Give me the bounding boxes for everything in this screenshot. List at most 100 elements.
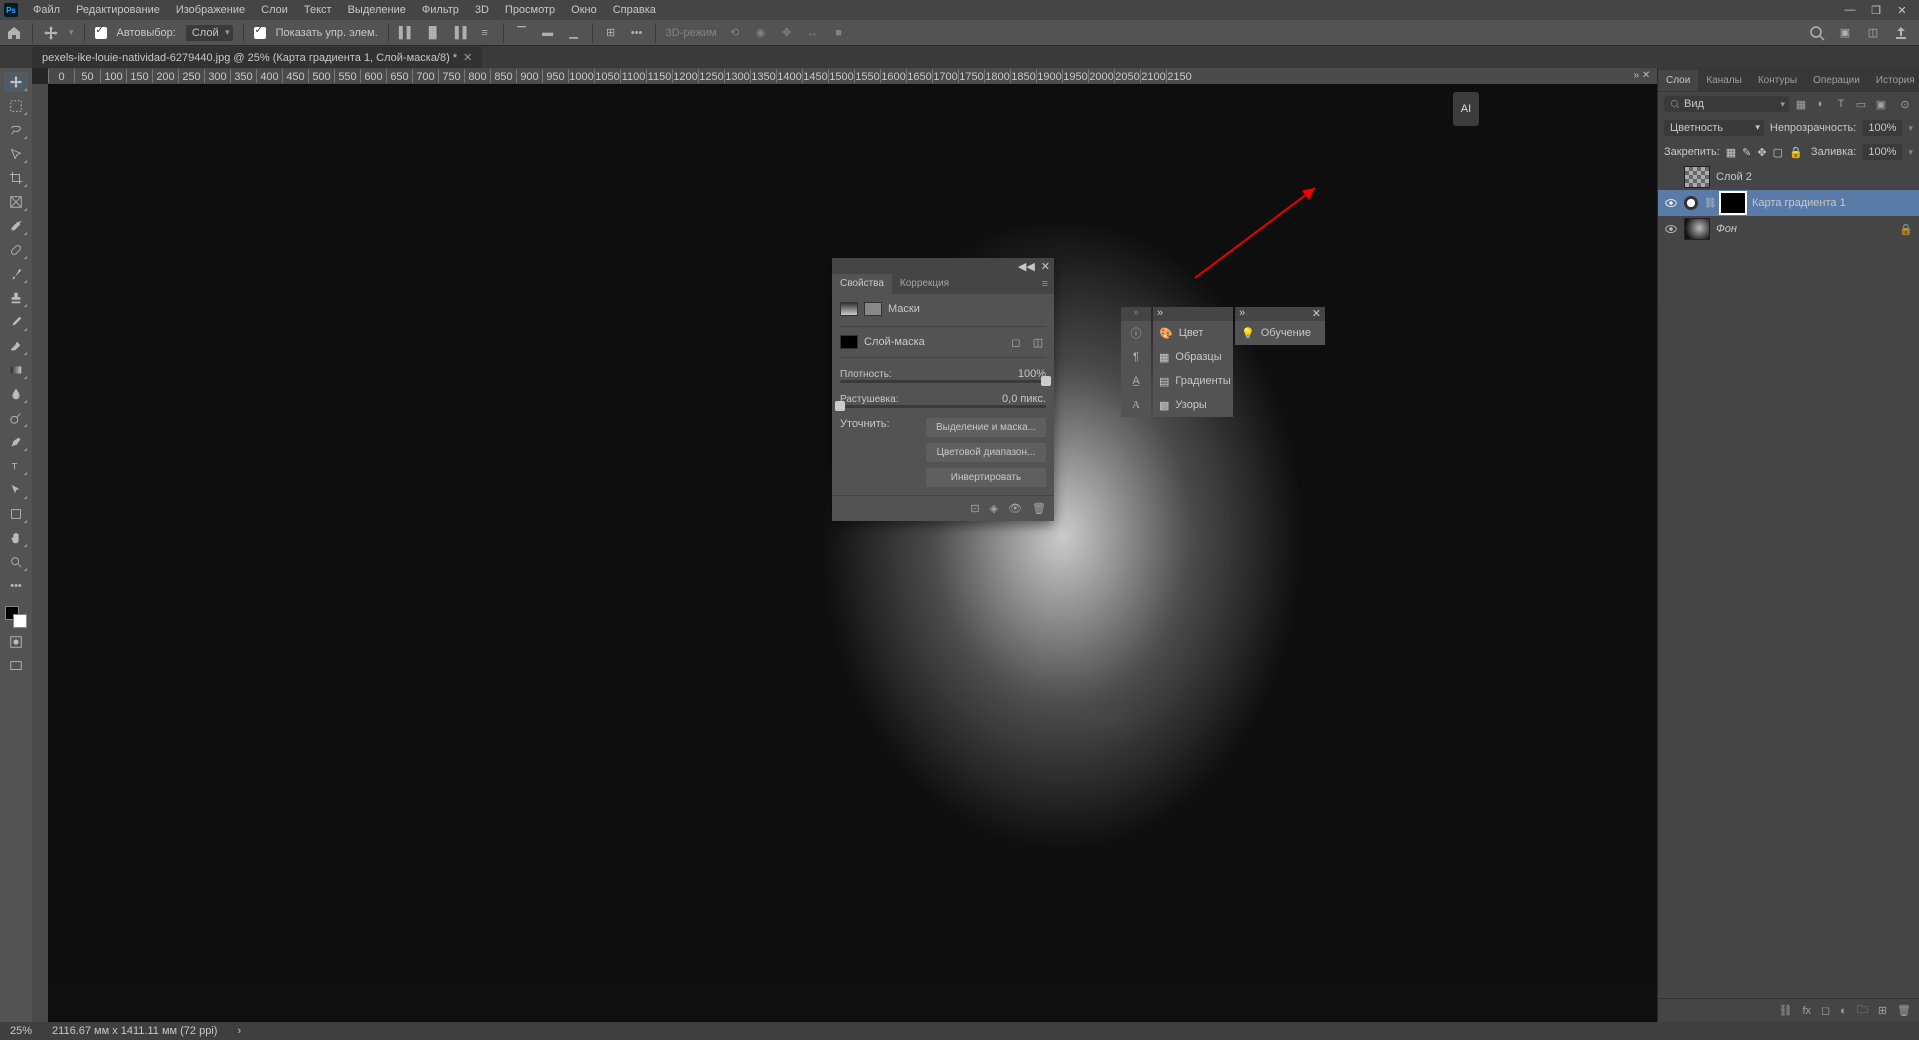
gradients-panel-item[interactable]: ▤Градиенты xyxy=(1153,369,1233,393)
panel-close-icon[interactable]: ✕ xyxy=(1041,260,1050,273)
filter-smart-icon[interactable]: ▣ xyxy=(1873,96,1889,112)
swatches-panel-item[interactable]: ▦Образцы xyxy=(1153,345,1233,369)
eraser-tool[interactable] xyxy=(4,336,28,356)
move-tool-icon[interactable] xyxy=(43,25,59,41)
blur-tool[interactable] xyxy=(4,384,28,404)
tab-overflow[interactable]: » ✕ xyxy=(1627,68,1657,83)
type-tool[interactable]: T xyxy=(4,456,28,476)
shape-tool[interactable] xyxy=(4,504,28,524)
align-left-icon[interactable]: ▌▌ xyxy=(399,25,415,41)
select-pixel-mask-icon[interactable]: ◻ xyxy=(1008,335,1024,349)
arrange-icon[interactable]: ◫ xyxy=(1865,25,1881,41)
layer-name[interactable]: Карта градиента 1 xyxy=(1752,197,1846,209)
lock-transparency-icon[interactable]: ▦ xyxy=(1726,146,1736,159)
menu-filter[interactable]: Фильтр xyxy=(415,1,466,19)
path-select-tool[interactable] xyxy=(4,480,28,500)
vector-mask-icon[interactable] xyxy=(864,302,882,316)
menu-edit[interactable]: Редактирование xyxy=(69,1,167,19)
brush-tool[interactable] xyxy=(4,264,28,284)
select-and-mask-button[interactable]: Выделение и маска... xyxy=(926,418,1046,437)
color-swatches[interactable] xyxy=(5,606,27,628)
layer-mask-thumbnail[interactable] xyxy=(1720,192,1746,214)
eyedropper-tool[interactable] xyxy=(4,216,28,236)
layers-tab[interactable]: Слои xyxy=(1658,70,1698,91)
distribute-icon[interactable]: ≡ xyxy=(477,25,493,41)
home-icon[interactable] xyxy=(6,25,22,41)
menu-window[interactable]: Окно xyxy=(564,1,604,19)
opacity-value[interactable]: 100% xyxy=(1862,120,1902,136)
color-range-button[interactable]: Цветовой диапазон... xyxy=(926,443,1046,462)
paragraph-panel-icon[interactable]: ¶ xyxy=(1121,345,1151,369)
ai-badge[interactable]: AI xyxy=(1453,92,1479,126)
adjustments-tab[interactable]: Коррекция xyxy=(892,274,957,294)
load-selection-icon[interactable]: ⊡ xyxy=(970,502,979,515)
menu-layers[interactable]: Слои xyxy=(254,1,295,19)
lasso-tool[interactable] xyxy=(4,120,28,140)
canvas[interactable] xyxy=(48,84,1657,1022)
add-mask-icon[interactable]: ◻ xyxy=(1821,1004,1830,1017)
filter-shape-icon[interactable]: ▭ xyxy=(1853,96,1869,112)
lock-all-icon[interactable]: 🔒 xyxy=(1789,146,1803,159)
layer-row[interactable]: ⛓ Карта градиента 1 xyxy=(1658,190,1919,216)
actions-tab[interactable]: Операции xyxy=(1805,70,1868,91)
patterns-panel-item[interactable]: ▩Узоры xyxy=(1153,393,1233,417)
history-brush-tool[interactable] xyxy=(4,312,28,332)
delete-mask-icon[interactable]: 🗑 xyxy=(1032,502,1046,515)
lock-artboard-icon[interactable]: ▢ xyxy=(1773,146,1783,159)
align-middle-icon[interactable]: ▬ xyxy=(540,25,556,41)
panel-collapse-icon[interactable]: ◀◀ xyxy=(1018,260,1035,273)
layer-row[interactable]: Фон 🔒 xyxy=(1658,216,1919,242)
new-group-icon[interactable]: 🗀 xyxy=(1857,1001,1868,1020)
blend-mode-dropdown[interactable]: Цветность xyxy=(1664,120,1764,136)
apply-mask-icon[interactable]: ◈ xyxy=(990,502,998,515)
lock-position-icon[interactable]: ✥ xyxy=(1757,146,1766,159)
layer-name[interactable]: Фон xyxy=(1716,223,1737,235)
layer-row[interactable]: Слой 2 xyxy=(1658,164,1919,190)
properties-panel[interactable]: ◀◀ ✕ Свойства Коррекция ≡ Маски Слой-мас… xyxy=(832,258,1054,521)
pen-tool[interactable] xyxy=(4,432,28,452)
visibility-toggle[interactable] xyxy=(1664,196,1678,210)
stamp-tool[interactable] xyxy=(4,288,28,308)
filter-toggle-icon[interactable]: ⊙ xyxy=(1897,96,1913,112)
menu-3d[interactable]: 3D xyxy=(468,1,496,19)
autoselect-dropdown[interactable]: Слой xyxy=(186,25,233,41)
add-vector-mask-icon[interactable]: ◫ xyxy=(1030,335,1046,349)
panel-menu-icon[interactable]: ≡ xyxy=(1036,274,1054,294)
delete-layer-icon[interactable]: 🗑 xyxy=(1897,1004,1911,1017)
link-layers-icon[interactable]: ⛓ xyxy=(1778,1004,1792,1017)
strip-collapse-icon[interactable]: » xyxy=(1239,307,1245,321)
move-tool[interactable] xyxy=(4,72,28,92)
paths-tab[interactable]: Контуры xyxy=(1750,70,1805,91)
more-icon[interactable]: ••• xyxy=(629,25,645,41)
filter-adjust-icon[interactable]: ◐ xyxy=(1813,96,1829,112)
share-icon[interactable] xyxy=(1893,25,1909,41)
layer-thumbnail[interactable] xyxy=(1684,218,1710,240)
disable-mask-icon[interactable]: 👁 xyxy=(1008,502,1022,515)
history-tab[interactable]: История xyxy=(1868,70,1919,91)
zoom-tool[interactable] xyxy=(4,552,28,572)
align-right-icon[interactable]: ▐▐ xyxy=(451,25,467,41)
properties-tab[interactable]: Свойства xyxy=(832,274,892,294)
document-dimensions[interactable]: 2116.67 мм x 1411.11 мм (72 ppi) xyxy=(52,1025,217,1037)
menu-text[interactable]: Текст xyxy=(297,1,339,19)
new-layer-icon[interactable]: ⊞ xyxy=(1878,1004,1887,1017)
marquee-tool[interactable] xyxy=(4,96,28,116)
fx-icon[interactable]: fx xyxy=(1802,1005,1811,1017)
feather-slider[interactable] xyxy=(840,405,1046,408)
strip-close-icon[interactable]: ✕ xyxy=(1312,307,1321,321)
document-tab[interactable]: pexels-ike-louie-natividad-6279440.jpg @… xyxy=(32,47,482,68)
align-to-icon[interactable]: ⊞ xyxy=(603,25,619,41)
align-center-h-icon[interactable]: ▐▌ xyxy=(425,25,441,41)
search-icon[interactable] xyxy=(1809,25,1825,41)
status-more-icon[interactable]: › xyxy=(237,1025,241,1037)
screenmode-tool[interactable] xyxy=(4,656,28,676)
link-icon[interactable]: ⛓ xyxy=(1704,198,1714,209)
maximize-icon[interactable]: ❐ xyxy=(1869,4,1883,17)
invert-button[interactable]: Инвертировать xyxy=(926,468,1046,487)
minimize-icon[interactable]: — xyxy=(1843,4,1857,17)
dodge-tool[interactable] xyxy=(4,408,28,428)
feather-value[interactable]: 0,0 пикс. xyxy=(1002,393,1046,405)
frame-tool[interactable] xyxy=(4,192,28,212)
menu-select[interactable]: Выделение xyxy=(341,1,413,19)
menu-file[interactable]: Файл xyxy=(26,1,67,19)
